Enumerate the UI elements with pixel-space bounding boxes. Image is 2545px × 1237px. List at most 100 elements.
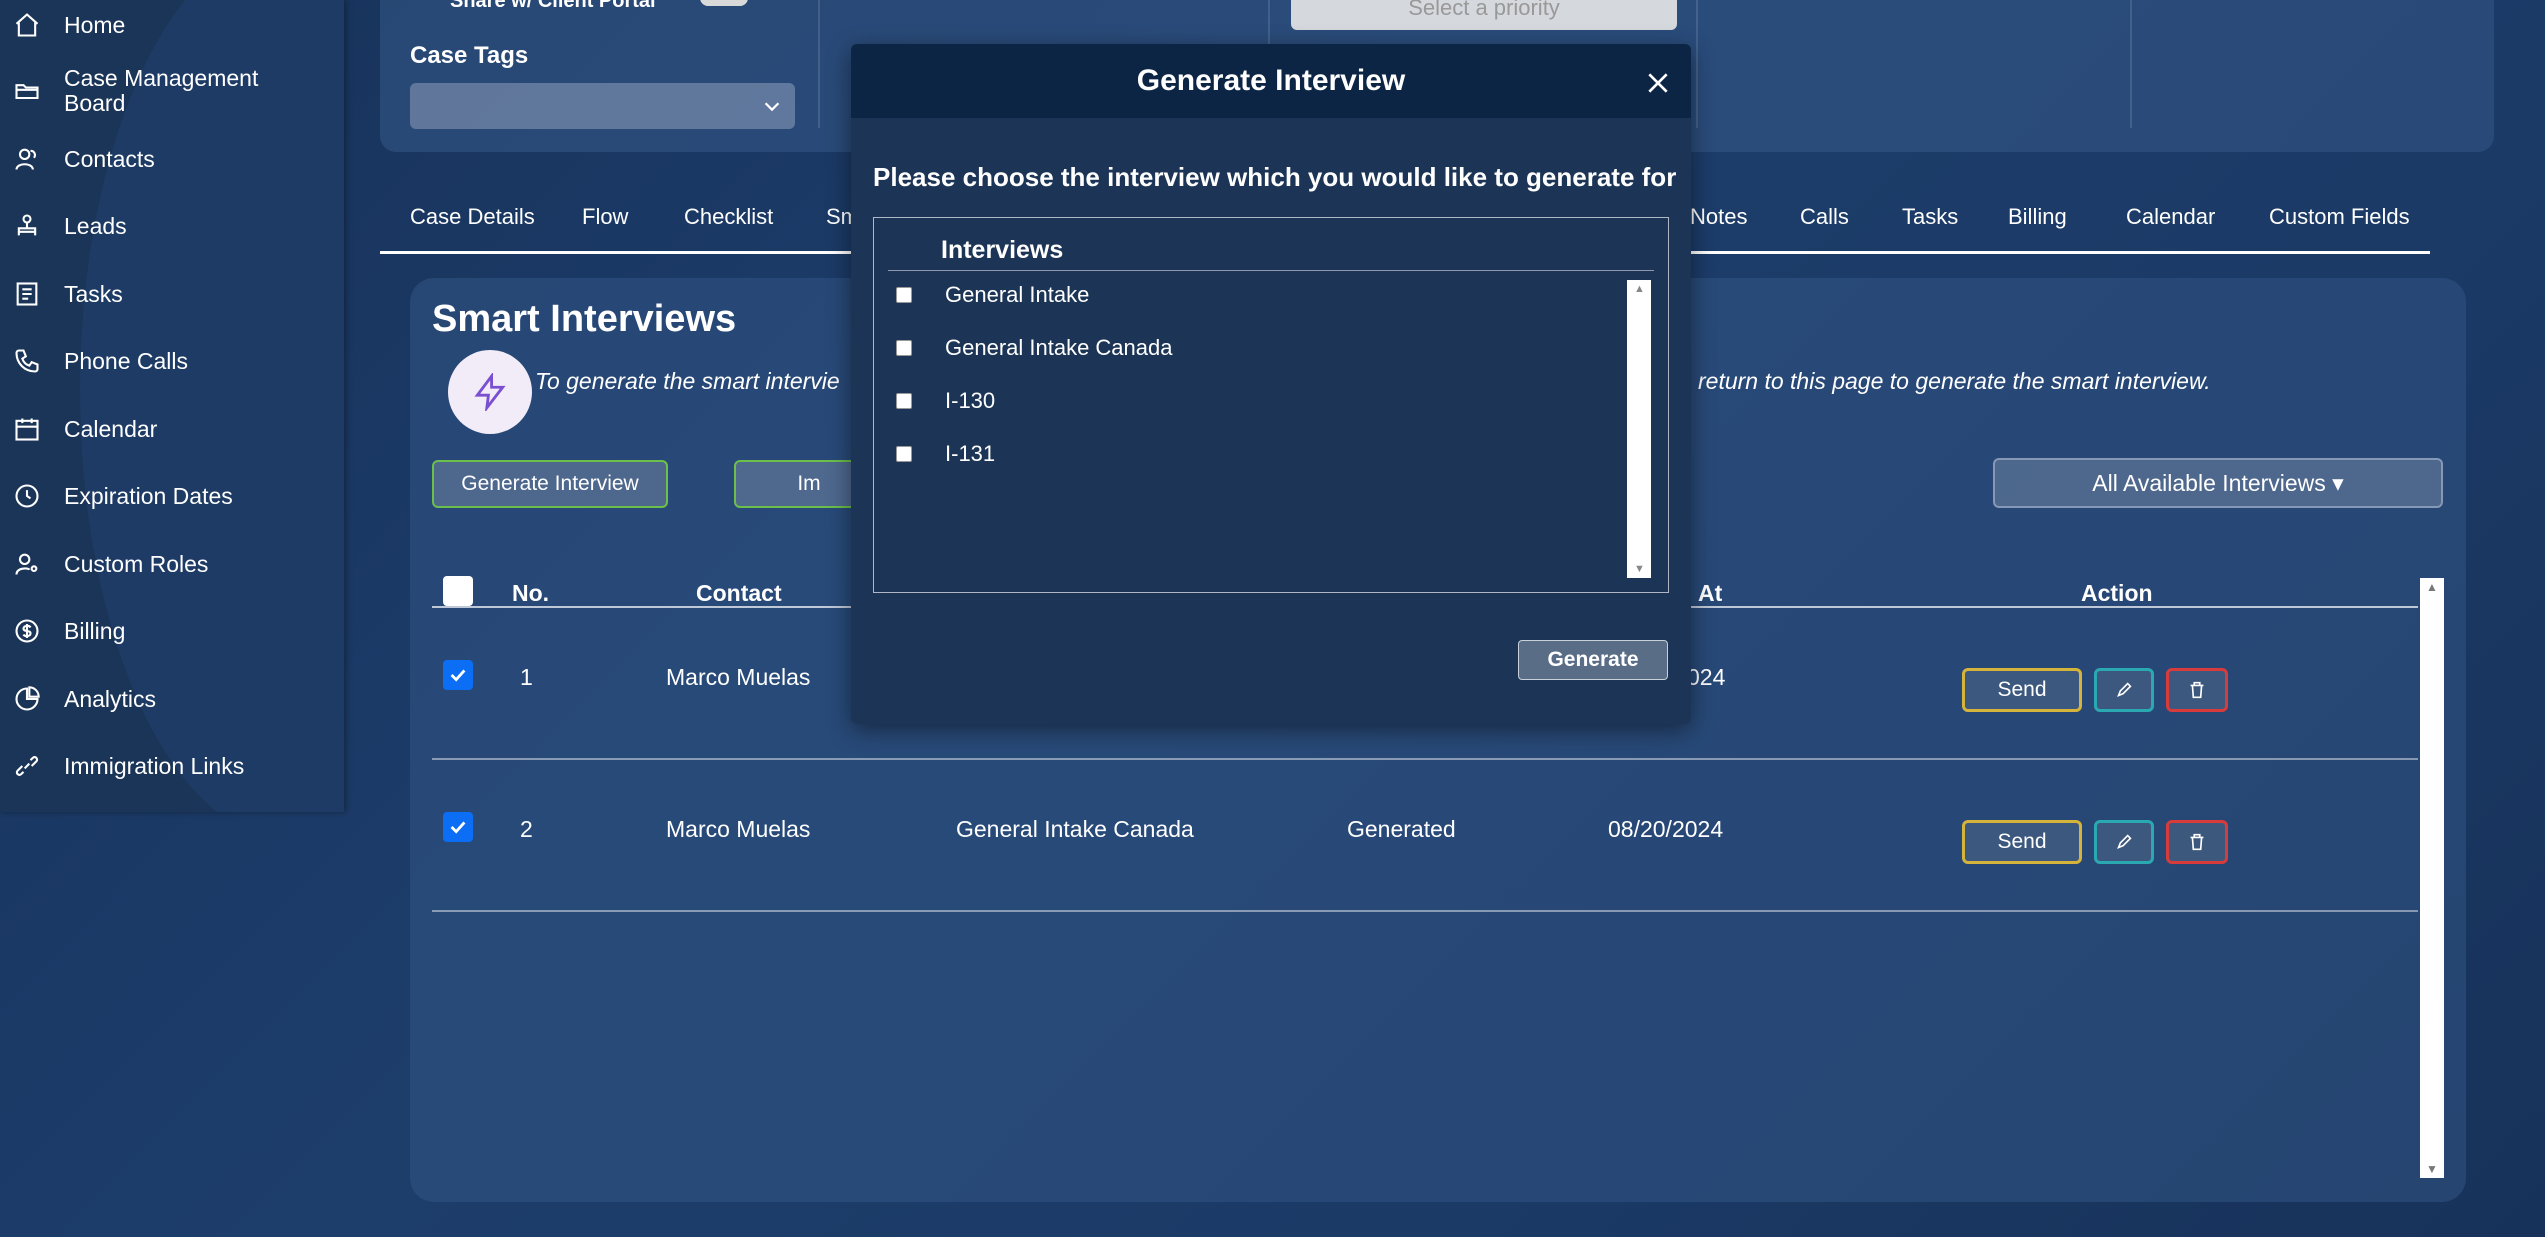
row-date: 08/20/2024 (1608, 816, 1724, 842)
sidebar-item-label: Tasks (64, 280, 123, 307)
tab-calendar[interactable]: Calendar (2126, 204, 2215, 230)
import-label: Im (797, 472, 821, 495)
sidebar-item-phone-calls[interactable]: Phone Calls (0, 342, 344, 380)
close-icon[interactable] (1645, 70, 1671, 96)
sidebar-item-label: Immigration Links (64, 752, 245, 779)
row-date: 024 (1687, 664, 1726, 690)
sidebar-item-analytics[interactable]: Analytics (0, 680, 344, 718)
divider (2130, 0, 2132, 128)
sidebar: Home Case Management Board Contacts Lead… (0, 0, 344, 812)
interview-filter-dropdown[interactable]: All Available Interviews ▾ (1993, 458, 2443, 508)
table-scrollbar[interactable]: ▲ ▼ (2420, 578, 2444, 1178)
interview-list-scrollbar[interactable]: ▲ ▼ (1627, 280, 1651, 578)
row-interview: General Intake Canada (956, 816, 1194, 842)
delete-button[interactable] (2166, 820, 2228, 864)
sidebar-item-home[interactable]: Home (0, 6, 344, 44)
send-button[interactable]: Send (1962, 820, 2082, 864)
list-item[interactable]: I-130 (896, 388, 995, 414)
app-root: Home Case Management Board Contacts Lead… (0, 0, 2545, 1237)
send-button[interactable]: Send (1962, 668, 2082, 712)
generate-button[interactable]: Generate (1518, 640, 1668, 680)
sidebar-item-billing[interactable]: Billing (0, 612, 344, 650)
modal-header: Generate Interview (851, 44, 1691, 118)
send-label: Send (1997, 830, 2047, 853)
trash-icon (2190, 833, 2204, 851)
scroll-up-icon[interactable]: ▲ (1634, 283, 1645, 295)
select-all-checkbox[interactable] (443, 576, 473, 606)
generate-interview-modal: Generate Interview Please choose the int… (851, 44, 1691, 724)
interview-checkbox[interactable] (896, 393, 912, 409)
edit-button[interactable] (2094, 668, 2154, 712)
generate-interview-button[interactable]: Generate Interview (432, 460, 668, 508)
tab-calls[interactable]: Calls (1800, 204, 1849, 230)
tab-tasks[interactable]: Tasks (1902, 204, 1958, 230)
row-checkbox[interactable] (443, 660, 473, 690)
row-number: 1 (520, 664, 533, 690)
row-checkbox[interactable] (443, 812, 473, 842)
sidebar-item-custom-roles[interactable]: Custom Roles (0, 545, 344, 583)
sidebar-item-immigration-links[interactable]: Immigration Links (0, 747, 344, 785)
sidebar-item-calendar[interactable]: Calendar (0, 410, 344, 448)
generate-interview-label: Generate Interview (461, 472, 639, 495)
edit-button[interactable] (2094, 820, 2154, 864)
sidebar-item-label: Phone Calls (64, 347, 189, 374)
sidebar-item-label: Leads (64, 212, 127, 239)
phone-icon (12, 346, 42, 376)
tab-flow[interactable]: Flow (582, 204, 628, 230)
tab-custom-fields[interactable]: Custom Fields (2269, 204, 2410, 230)
sidebar-item-label: Calendar (64, 415, 158, 442)
list-item[interactable]: I-131 (896, 441, 995, 467)
tab-checklist[interactable]: Checklist (684, 204, 773, 230)
delete-button[interactable] (2166, 668, 2228, 712)
chevron-down-icon (761, 95, 783, 117)
list-item[interactable]: General Intake Canada (896, 335, 1173, 361)
divider (818, 0, 820, 128)
tab-billing[interactable]: Billing (2008, 204, 2067, 230)
case-tags-select[interactable] (410, 83, 795, 129)
modal-title: Generate Interview (1136, 64, 1406, 97)
share-portal-label: Share w/ Client Portal (450, 0, 656, 12)
priority-select[interactable]: Select a priority (1291, 0, 1677, 30)
interview-option-label: I-131 (945, 441, 996, 466)
tab-case-details[interactable]: Case Details (410, 204, 535, 230)
hint-text: To generate the smart intervie (535, 368, 840, 394)
interview-checkbox[interactable] (896, 340, 912, 356)
sidebar-item-contacts[interactable]: Contacts (0, 140, 344, 178)
share-portal-toggle[interactable] (700, 0, 748, 6)
list-item[interactable]: General Intake (896, 282, 1089, 308)
clock-icon (12, 481, 42, 511)
pie-chart-icon (12, 684, 42, 714)
sidebar-item-label: Home (64, 11, 126, 38)
link-icon (12, 751, 42, 781)
page-title: Smart Interviews (432, 298, 737, 340)
sidebar-item-expiration-dates[interactable]: Expiration Dates (0, 477, 344, 515)
sidebar-item-label: Case Management Board (64, 65, 259, 116)
sidebar-item-label: Analytics (64, 685, 157, 712)
sidebar-item-label: Custom Roles (64, 550, 209, 577)
pencil-icon (2117, 834, 2132, 849)
interview-checkbox[interactable] (896, 287, 912, 303)
row-number: 2 (520, 816, 533, 842)
scroll-up-icon[interactable]: ▲ (2426, 580, 2438, 594)
contacts-icon (12, 144, 42, 174)
check-icon (450, 669, 466, 682)
home-icon (12, 10, 42, 40)
sidebar-item-label: Expiration Dates (64, 482, 233, 509)
leads-icon (12, 211, 42, 241)
column-action: Action (2081, 580, 2153, 606)
scroll-down-icon[interactable]: ▼ (1634, 563, 1645, 575)
tab-notes[interactable]: Notes (1690, 204, 1747, 230)
lightning-icon (448, 350, 532, 434)
dollar-icon (12, 616, 42, 646)
send-label: Send (1997, 678, 2047, 701)
interview-checkbox[interactable] (896, 446, 912, 462)
sidebar-item-case-management-board[interactable]: Case Management Board (0, 66, 344, 116)
check-icon (450, 821, 466, 834)
sidebar-item-tasks[interactable]: Tasks (0, 275, 344, 313)
priority-placeholder: Select a priority (1408, 0, 1560, 20)
row-contact: Marco Muelas (666, 816, 811, 842)
column-contact: Contact (696, 580, 782, 606)
sidebar-item-leads[interactable]: Leads (0, 207, 344, 245)
pencil-icon (2117, 682, 2132, 697)
scroll-down-icon[interactable]: ▼ (2426, 1162, 2438, 1176)
